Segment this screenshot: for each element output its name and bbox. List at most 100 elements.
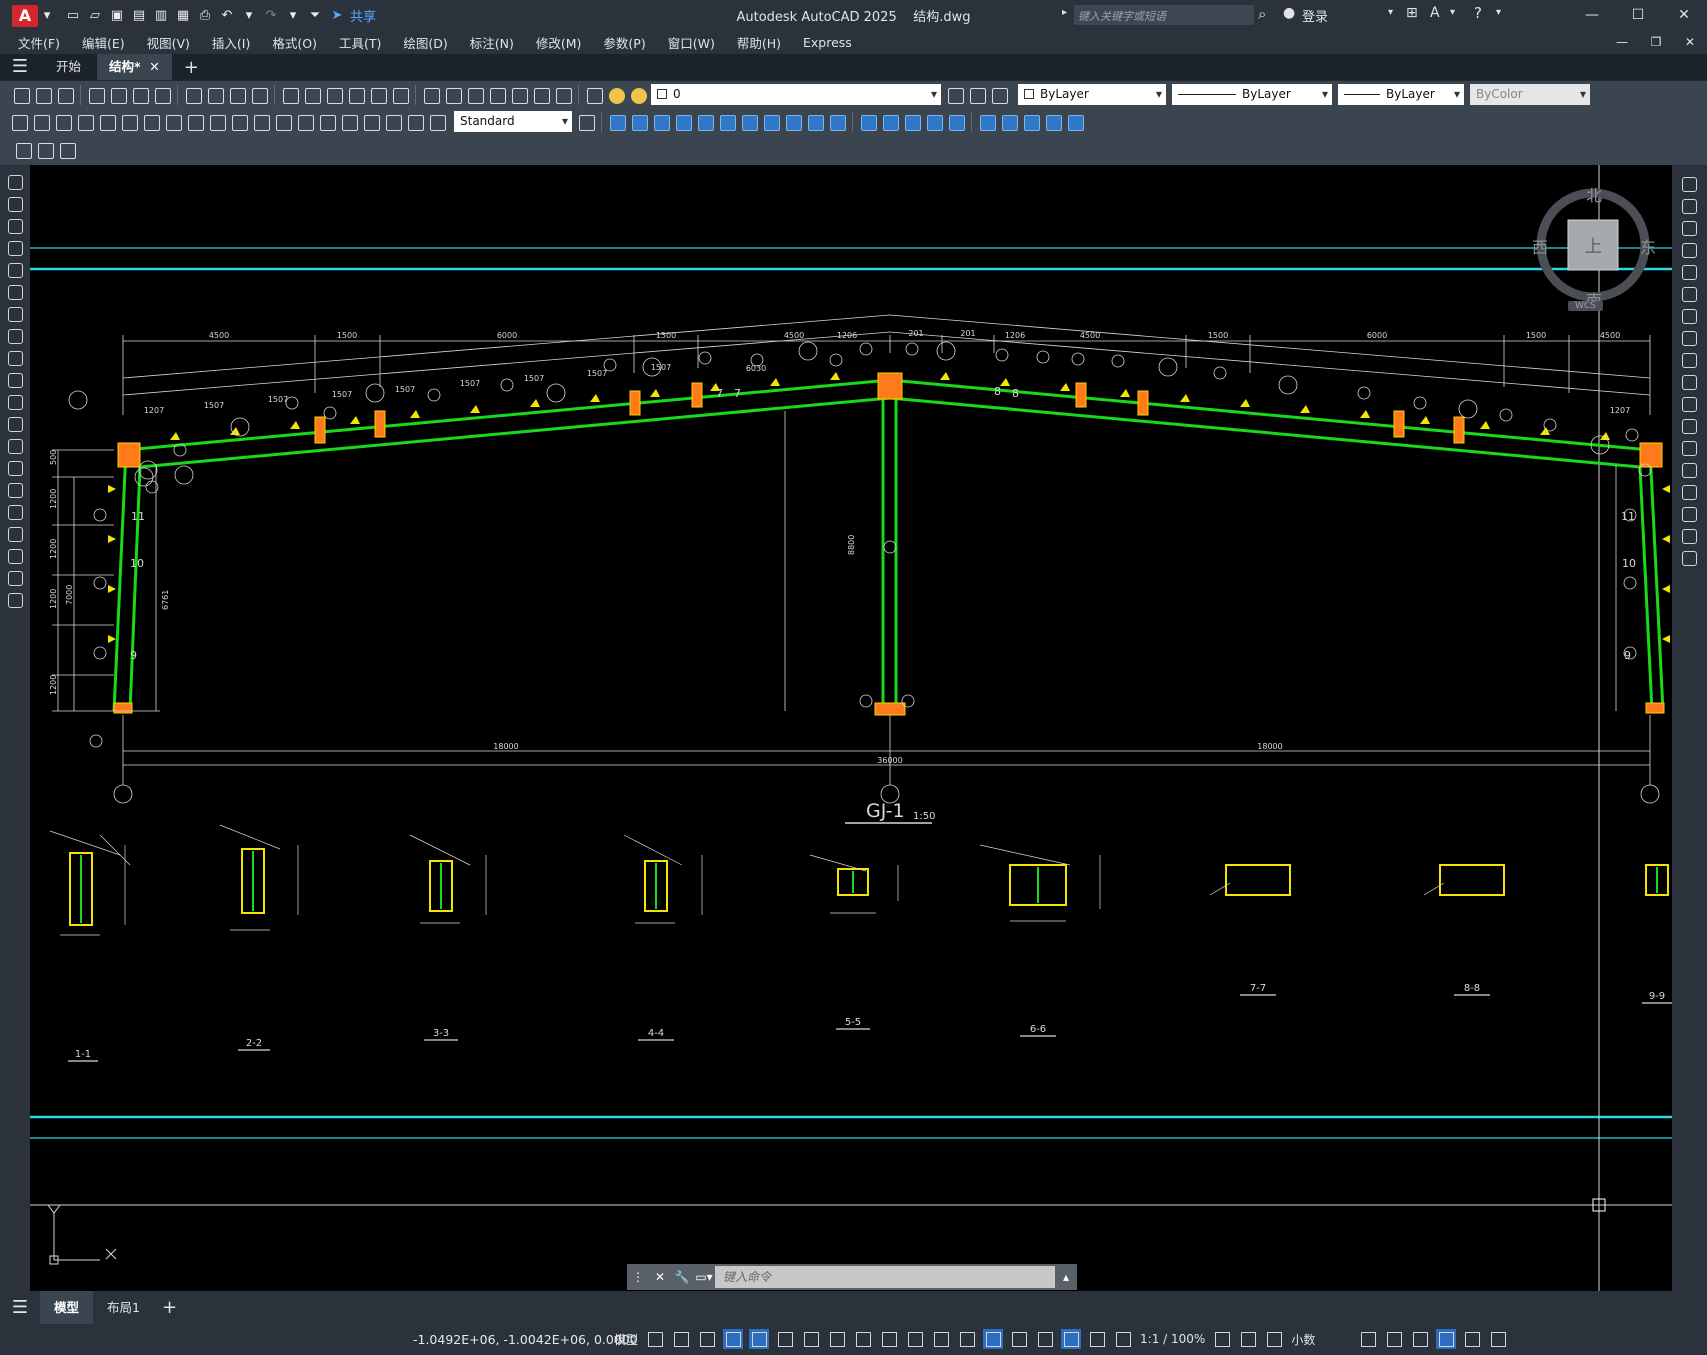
baseline-dim-icon[interactable]: [207, 112, 227, 132]
attribute-edit-icon[interactable]: [35, 140, 55, 160]
search-icon[interactable]: ⌕: [1258, 5, 1266, 23]
rectangle-icon[interactable]: [4, 259, 26, 281]
markup-icon[interactable]: [509, 85, 529, 105]
layer-on-icon[interactable]: [606, 85, 626, 105]
construction-line-icon[interactable]: [4, 193, 26, 215]
menu-format[interactable]: 格式(O): [272, 33, 317, 52]
menu-insert[interactable]: 插入(I): [212, 33, 250, 52]
search-input[interactable]: 键入关键字或短语: [1074, 5, 1254, 25]
web-open-icon[interactable]: ▥: [152, 7, 170, 25]
zoom-previous-icon[interactable]: [390, 85, 410, 105]
clean-screen-icon[interactable]: [1462, 1329, 1482, 1349]
layer-states-icon[interactable]: [989, 85, 1009, 105]
gizmo-icon[interactable]: [1035, 1329, 1055, 1349]
rotate-icon[interactable]: [739, 112, 759, 132]
layer-properties-icon[interactable]: [584, 85, 604, 105]
point-icon[interactable]: [4, 457, 26, 479]
break-point-side-icon[interactable]: [1678, 415, 1700, 437]
polygon-icon[interactable]: [4, 237, 26, 259]
object-snap-icon[interactable]: [853, 1329, 873, 1349]
dim-update-icon[interactable]: [427, 112, 447, 132]
object-snap-tracking-icon[interactable]: [827, 1329, 847, 1349]
join-side-icon[interactable]: [1678, 459, 1700, 481]
units-icon[interactable]: [1264, 1329, 1284, 1349]
open-icon[interactable]: [33, 85, 53, 105]
linetype-dropdown[interactable]: ByLayer: [1172, 84, 1332, 105]
break-icon[interactable]: [858, 112, 878, 132]
sheet-set-icon[interactable]: [487, 85, 507, 105]
scale-icon[interactable]: [761, 112, 781, 132]
copy-side-icon[interactable]: [1678, 195, 1700, 217]
line-tool-icon[interactable]: [4, 171, 26, 193]
annotation-scale-icon[interactable]: [1113, 1329, 1133, 1349]
menu-window[interactable]: 窗口(W): [668, 33, 715, 52]
undo-toolbar-icon[interactable]: [280, 85, 300, 105]
app-menu-chevron-icon[interactable]: ▾: [38, 7, 56, 25]
hatch-back-icon[interactable]: [1065, 112, 1085, 132]
menu-parametric[interactable]: 参数(P): [603, 33, 645, 52]
transparency-icon[interactable]: [905, 1329, 925, 1349]
web-save-icon[interactable]: ▦: [174, 7, 192, 25]
viewcube-top-label[interactable]: 上: [1585, 232, 1602, 257]
cart-icon[interactable]: ⊞: [1406, 5, 1418, 21]
workspace-gear-icon[interactable]: [1212, 1329, 1232, 1349]
polar-tracking-icon[interactable]: [775, 1329, 795, 1349]
user-icon[interactable]: ●: [1283, 5, 1295, 21]
stretch-icon[interactable]: [783, 112, 803, 132]
lineweight-dropdown[interactable]: ByLayer: [1338, 84, 1464, 105]
viewcube-east[interactable]: 东: [1640, 234, 1656, 258]
menu-edit[interactable]: 编辑(E): [82, 33, 125, 52]
tool-palette-icon[interactable]: [465, 85, 485, 105]
quick-properties-icon[interactable]: [1358, 1329, 1378, 1349]
gradient-icon[interactable]: [4, 501, 26, 523]
redo-icon[interactable]: ↷: [262, 7, 280, 25]
mirror-icon[interactable]: [651, 112, 671, 132]
pan-icon[interactable]: [324, 85, 344, 105]
design-center-icon[interactable]: [443, 85, 463, 105]
blend-side-icon[interactable]: [1678, 525, 1700, 547]
bring-front-icon[interactable]: [999, 112, 1019, 132]
annotation-monitor-icon[interactable]: [1238, 1329, 1258, 1349]
layer-freeze-icon[interactable]: [628, 85, 648, 105]
doc-restore-icon[interactable]: ❐: [1639, 31, 1673, 54]
properties-palette-icon[interactable]: [421, 85, 441, 105]
model-space-toggle[interactable]: 模型: [614, 1331, 638, 1348]
diameter-dim-icon[interactable]: [141, 112, 161, 132]
coordinate-readout[interactable]: -1.0492E+06, -1.0042E+06, 0.0000: [413, 1332, 638, 1347]
mtext-icon[interactable]: [4, 567, 26, 589]
preview-icon[interactable]: [108, 85, 128, 105]
zoom-window-icon[interactable]: [368, 85, 388, 105]
menu-dimension[interactable]: 标注(N): [470, 33, 514, 52]
doc-minimize-icon[interactable]: —: [1605, 31, 1639, 54]
dynamic-input-icon[interactable]: [723, 1329, 744, 1349]
save-toolbar-icon[interactable]: [55, 85, 75, 105]
pdf-icon[interactable]: [152, 85, 172, 105]
annotation-scale-dropdown[interactable]: 1:1 / 100%: [1140, 1332, 1205, 1346]
region-icon[interactable]: [4, 523, 26, 545]
dim-text-edit-icon[interactable]: [405, 112, 425, 132]
snap-icon[interactable]: [671, 1329, 691, 1349]
circle-icon[interactable]: [4, 303, 26, 325]
explode-icon[interactable]: [946, 112, 966, 132]
cut-icon[interactable]: [183, 85, 203, 105]
auto-scale-icon[interactable]: [1087, 1329, 1107, 1349]
explode-side-icon[interactable]: [1678, 547, 1700, 569]
extend-icon[interactable]: [827, 112, 847, 132]
menu-view[interactable]: 视图(V): [147, 33, 190, 52]
command-grip-icon[interactable]: ⋮: [627, 1270, 649, 1284]
arc-length-dim-icon[interactable]: [53, 112, 73, 132]
open-folder-icon[interactable]: ▱: [86, 7, 104, 25]
angular-dim-icon[interactable]: [163, 112, 183, 132]
command-recent-icon[interactable]: ▭▾: [693, 1270, 715, 1284]
tab-model[interactable]: 模型: [40, 1291, 94, 1324]
layout-menu-icon[interactable]: ☰: [0, 1297, 40, 1318]
match-properties-icon[interactable]: [249, 85, 269, 105]
save-icon[interactable]: ▣: [108, 7, 126, 25]
move-side-icon[interactable]: [1678, 283, 1700, 305]
zoom-realtime-icon[interactable]: [346, 85, 366, 105]
trim-icon[interactable]: [805, 112, 825, 132]
lineweight-icon[interactable]: [879, 1329, 899, 1349]
join-icon[interactable]: [880, 112, 900, 132]
dim-edit-icon[interactable]: [383, 112, 403, 132]
offset-side-icon[interactable]: [1678, 239, 1700, 261]
